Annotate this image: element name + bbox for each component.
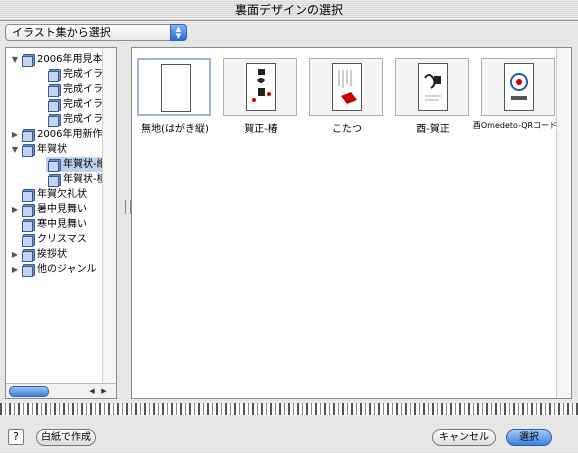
tree-item[interactable]: ▼ 2006年用見本帳 [6, 52, 116, 67]
grid-vertical-scrollbar[interactable] [556, 48, 571, 398]
window-title: 裏面デザインの選択 [0, 0, 578, 21]
decorative-strip [0, 403, 578, 415]
tree-item[interactable]: ▼ 年賀状 [6, 142, 116, 157]
folder-icon [22, 219, 35, 232]
tree-item[interactable]: ▶ 2006年用新作 [6, 127, 116, 142]
design-preview-image [332, 63, 362, 111]
disclosure-open-icon[interactable]: ▼ [10, 52, 20, 67]
scroll-right-arrow-icon[interactable]: ▶ [98, 385, 110, 397]
design-grid: 無地(はがき縦) 賀正-椿 こたつ 酉-賀正 酉Omedeto-QRコード付 [131, 47, 572, 399]
tree-item-label: 年賀欠礼状 [37, 189, 87, 200]
disclosure-closed-icon[interactable]: ▶ [10, 247, 20, 262]
disclosure-open-icon[interactable]: ▼ [10, 142, 20, 157]
tree-horizontal-scrollbar[interactable]: ◀ ▶ [6, 383, 116, 398]
tree-item[interactable]: ▶ 他のジャンル [6, 262, 116, 277]
folder-icon [22, 54, 35, 67]
tree-item[interactable]: クリスマス [6, 232, 116, 247]
select-button[interactable]: 選択 [506, 429, 552, 446]
tree-scroll-thumb[interactable] [9, 386, 49, 397]
tree-item-label: 他のジャンル [37, 264, 97, 275]
tree-item-label: 年賀状 [37, 144, 67, 155]
tree-vertical-scrollbar[interactable] [102, 48, 116, 384]
folder-icon [22, 234, 35, 247]
tree-item-label: 寒中見舞い [37, 219, 87, 230]
create-blank-button[interactable]: 白紙で作成 [36, 429, 96, 446]
source-popup-value: イラスト集から選択 [12, 26, 111, 39]
category-tree[interactable]: ▼ 2006年用見本帳 完成イラスト 完成イラスト 完成イラスト 完成イラスト ▶ 2006年… [5, 47, 117, 399]
tree-item[interactable]: 完成イラスト [6, 97, 116, 112]
popup-arrows-icon: ▲ ▼ [170, 24, 187, 41]
cancel-button[interactable]: キャンセル [432, 429, 496, 446]
thumbnail-label: こたつ [332, 124, 362, 135]
folder-icon [48, 99, 61, 112]
tree-item-label: 挨拶状 [37, 249, 67, 260]
tree-item[interactable]: 年賀状-縦置 [46, 157, 116, 172]
tree-item[interactable]: 寒中見舞い [6, 217, 116, 232]
thumbnail-label: 賀正-椿 [244, 124, 278, 135]
tree-item[interactable]: ▶ 暑中見舞い [6, 202, 116, 217]
disclosure-closed-icon[interactable]: ▶ [10, 127, 20, 142]
tree-item[interactable]: 年賀欠礼状 [6, 187, 116, 202]
folder-icon [22, 249, 35, 262]
folder-icon [22, 189, 35, 202]
disclosure-closed-icon[interactable]: ▶ [10, 262, 20, 277]
folder-icon [48, 84, 61, 97]
tree-item[interactable]: 完成イラスト [6, 112, 116, 127]
tree-item[interactable]: 年賀状-横置 [6, 172, 116, 187]
scroll-left-arrow-icon[interactable]: ◀ [86, 385, 98, 397]
tree-item-label: 2006年用新作 [37, 129, 103, 140]
folder-icon [48, 69, 61, 82]
tree-item-label: 暑中見舞い [37, 204, 87, 215]
tree-item[interactable]: 完成イラスト [6, 67, 116, 82]
tree-item-label: クリスマス [37, 234, 87, 245]
thumbnail-label: 酉-賀正 [416, 124, 450, 135]
disclosure-closed-icon[interactable]: ▶ [10, 202, 20, 217]
folder-icon [48, 114, 61, 127]
design-preview-image [418, 63, 448, 111]
thumbnail-label: 酉Omedeto-QRコード付 [472, 121, 566, 130]
source-popup[interactable]: イラスト集から選択 ▲ ▼ [5, 24, 187, 41]
tree-item[interactable]: 完成イラスト [6, 82, 116, 97]
blank-card-preview [161, 64, 191, 112]
design-preview-image [246, 63, 276, 111]
button-bar: ? 白紙で作成 キャンセル 選択 [0, 417, 578, 453]
folder-icon [22, 204, 35, 217]
tree-item[interactable]: ▶ 挨拶状 [6, 247, 116, 262]
folder-icon [22, 264, 35, 277]
folder-icon [48, 159, 61, 172]
thumbnail-label: 無地(はがき縦) [141, 124, 209, 135]
help-button[interactable]: ? [8, 429, 24, 445]
design-preview-image [504, 63, 534, 111]
folder-icon [22, 129, 35, 142]
folder-icon [48, 174, 61, 187]
folder-icon [22, 144, 35, 157]
